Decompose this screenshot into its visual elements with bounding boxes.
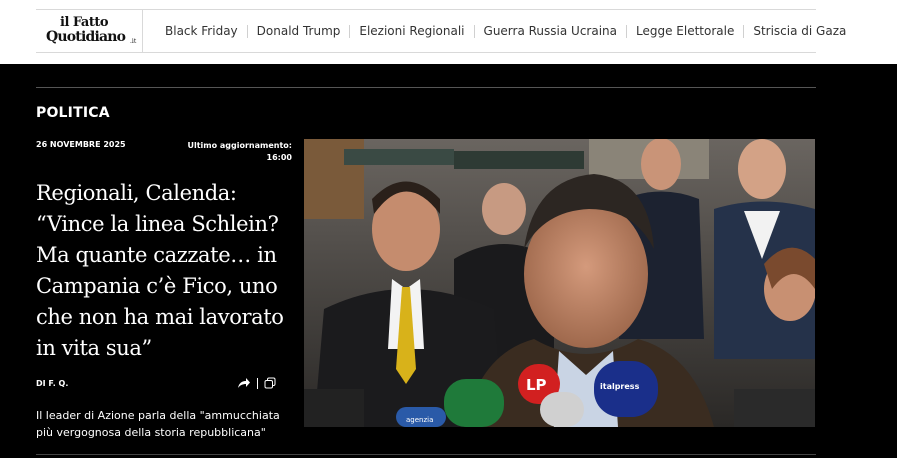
article-headline[interactable]: Regionali, Calenda: “Vince la linea Schl… <box>36 178 296 364</box>
mic-label-lp: LP <box>526 376 547 394</box>
article-hero: POLITICA 26 NOVEMBRE 2025 Ultimo aggiorn… <box>0 64 897 458</box>
logo-line-2: Quotidiano <box>46 29 126 45</box>
nav-item-donald-trump[interactable]: Donald Trump <box>246 24 350 38</box>
share-icon[interactable] <box>237 377 251 389</box>
headline-line: in vita sua” <box>36 336 152 360</box>
topic-nav: Black Friday Donald Trump Elezioni Regio… <box>156 10 855 52</box>
headline-line: Regionali, Calenda: <box>36 181 237 205</box>
last-updated-time: 16:00 <box>266 153 292 162</box>
headline-line: Ma quante cazzate… in <box>36 243 277 267</box>
nav-item-legge-elettorale[interactable]: Legge Elettorale <box>626 24 743 38</box>
last-updated: Ultimo aggiornamento: 16:00 <box>185 140 292 164</box>
copy-link-icon[interactable] <box>264 377 276 389</box>
mic-label-agenzia: agenzia <box>406 416 433 424</box>
logo-divider <box>142 10 143 52</box>
photo-illustration: LP italpress agenzia <box>304 139 815 427</box>
header-bar: il Fatto Quotidiano .it Black Friday Don… <box>36 9 846 53</box>
nav-item-striscia-di-gaza[interactable]: Striscia di Gaza <box>743 24 855 38</box>
nav-item-guerra-russia-ucraina[interactable]: Guerra Russia Ucraina <box>473 24 626 38</box>
share-divider <box>257 377 258 389</box>
logo-line-1: il Fatto <box>60 15 109 30</box>
publish-date: 26 NOVEMBRE 2025 <box>36 140 126 149</box>
site-header: il Fatto Quotidiano .it Black Friday Don… <box>0 0 897 64</box>
nav-item-elezioni-regionali[interactable]: Elezioni Regionali <box>349 24 473 38</box>
headline-line: Campania c’è Fico, uno <box>36 274 278 298</box>
article-subtitle: Il leader di Azione parla della "ammucch… <box>36 409 280 439</box>
section-divider <box>36 87 816 88</box>
mic-label-italpress: italpress <box>600 382 640 391</box>
headline-line: che non ha mai lavorato <box>36 305 284 329</box>
nav-item-black-friday[interactable]: Black Friday <box>156 24 247 38</box>
logo-suffix: .it <box>130 38 137 45</box>
site-logo[interactable]: il Fatto Quotidiano .it <box>46 15 142 49</box>
headline-line: “Vince la linea Schlein? <box>36 212 279 236</box>
share-tools <box>237 375 295 391</box>
bottom-divider <box>36 454 816 455</box>
section-label[interactable]: POLITICA <box>36 105 110 121</box>
last-updated-label: Ultimo aggiornamento: <box>187 141 292 150</box>
article-author[interactable]: DI F. Q. <box>36 379 68 388</box>
article-photo[interactable]: LP italpress agenzia <box>304 139 815 427</box>
